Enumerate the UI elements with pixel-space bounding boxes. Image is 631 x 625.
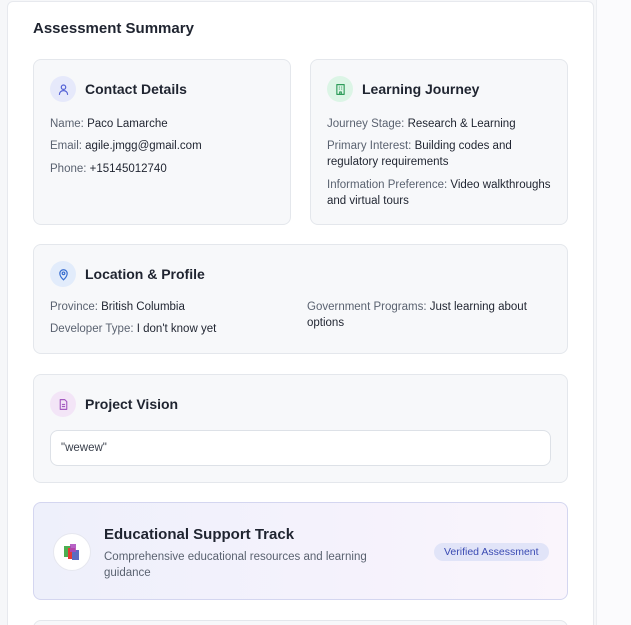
contact-phone: Phone: +15145012740 bbox=[50, 161, 167, 177]
project-vision-card: Project Vision "wewew" bbox=[33, 374, 568, 483]
educational-support-track-card: Educational Support Track Comprehensive … bbox=[33, 502, 568, 600]
track-title: Educational Support Track bbox=[104, 526, 295, 543]
location-profile-title: Location & Profile bbox=[85, 266, 205, 282]
information-preference-label: Information Preference: bbox=[327, 179, 448, 191]
contact-details-title: Contact Details bbox=[85, 81, 187, 97]
primary-interest: Primary Interest: Building codes and reg… bbox=[327, 138, 557, 170]
developer-type: Developer Type: I don't know yet bbox=[50, 321, 216, 337]
province: Province: British Columbia bbox=[50, 299, 185, 315]
government-programs: Government Programs: Just learning about… bbox=[307, 299, 552, 331]
user-icon bbox=[50, 76, 76, 102]
right-sidebar-edge bbox=[596, 0, 631, 625]
learning-journey-title: Learning Journey bbox=[362, 81, 480, 97]
contact-phone-value: +15145012740 bbox=[89, 163, 167, 175]
document-icon bbox=[50, 391, 76, 417]
learning-journey-card: Learning Journey Journey Stage: Research… bbox=[310, 59, 568, 225]
government-programs-label: Government Programs: bbox=[307, 301, 427, 313]
information-preference: Information Preference: Video walkthroug… bbox=[327, 177, 557, 209]
contact-name-value: Paco Lamarche bbox=[87, 118, 168, 130]
map-pin-icon bbox=[50, 261, 76, 287]
journey-stage-value: Research & Learning bbox=[407, 118, 516, 130]
contact-email-value: agile.jmgg@gmail.com bbox=[85, 140, 202, 152]
contact-name: Name: Paco Lamarche bbox=[50, 116, 168, 132]
journey-stage: Journey Stage: Research & Learning bbox=[327, 116, 557, 132]
contact-email-label: Email: bbox=[50, 140, 82, 152]
contact-name-label: Name: bbox=[50, 118, 84, 130]
province-value: British Columbia bbox=[101, 301, 185, 313]
contact-phone-label: Phone: bbox=[50, 163, 87, 175]
developer-type-label: Developer Type: bbox=[50, 323, 134, 335]
page-title: Assessment Summary bbox=[33, 20, 194, 37]
province-label: Province: bbox=[50, 301, 98, 313]
project-vision-title: Project Vision bbox=[85, 396, 179, 412]
track-description: Comprehensive educational resources and … bbox=[104, 551, 367, 579]
contact-email: Email: agile.jmgg@gmail.com bbox=[50, 138, 202, 154]
next-card bbox=[33, 620, 568, 625]
location-profile-card: Location & Profile Province: British Col… bbox=[33, 244, 568, 354]
project-vision-text: "wewew" bbox=[50, 430, 551, 466]
verified-assessment-badge: Verified Assessment bbox=[434, 543, 549, 561]
developer-type-value: I don't know yet bbox=[136, 323, 217, 335]
building-icon bbox=[327, 76, 353, 102]
books-icon bbox=[53, 533, 91, 571]
journey-stage-label: Journey Stage: bbox=[327, 118, 405, 130]
primary-interest-label: Primary Interest: bbox=[327, 140, 412, 152]
contact-details-card: Contact Details Name: Paco Lamarche Emai… bbox=[33, 59, 291, 225]
